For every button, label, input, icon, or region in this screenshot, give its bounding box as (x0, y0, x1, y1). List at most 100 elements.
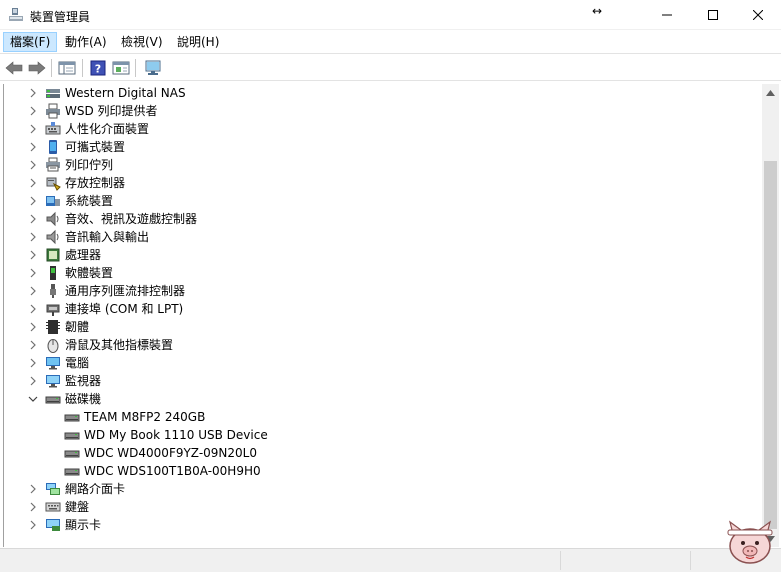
vertical-scrollbar[interactable] (762, 84, 779, 547)
tree-device-item[interactable]: WDC WD4000F9YZ-09N20L0 (4, 444, 744, 462)
forward-arrow-icon (28, 61, 46, 75)
properties-button[interactable] (110, 57, 132, 79)
expand-chevron-icon[interactable] (28, 340, 38, 350)
expand-chevron-icon[interactable] (28, 160, 38, 170)
tree-category[interactable]: 滑鼠及其他指標裝置 (4, 336, 744, 354)
tree-category[interactable]: 磁碟機 (4, 390, 744, 408)
system-device-icon (46, 196, 60, 206)
mouse-icon (47, 339, 59, 353)
expand-chevron-icon[interactable] (28, 196, 38, 206)
scroll-up-button[interactable] (762, 84, 779, 101)
tree-category-label: 顯示卡 (65, 518, 102, 532)
display-adapter-icon (46, 519, 60, 531)
expand-chevron-icon[interactable] (28, 502, 38, 512)
keyboard-icon (45, 502, 61, 512)
help-button[interactable]: ? (87, 57, 109, 79)
maximize-button[interactable] (690, 0, 736, 30)
tree-category[interactable]: Western Digital NAS (4, 84, 744, 102)
port-icon (46, 304, 60, 316)
menu-help[interactable]: 說明(H) (171, 32, 225, 52)
menu-action[interactable]: 動作(A) (59, 32, 113, 52)
tree-device-item[interactable]: WDC WDS100T1B0A-00H9H0 (4, 462, 744, 480)
expand-chevron-icon[interactable] (28, 286, 38, 296)
print-queue-icon (46, 157, 60, 172)
tree-category[interactable]: 網路介面卡 (4, 480, 744, 498)
forward-button[interactable] (26, 57, 48, 79)
toolbar: ? (0, 53, 781, 81)
tree-category[interactable]: 監視器 (4, 372, 744, 390)
show-hide-console-tree-button[interactable] (56, 57, 78, 79)
audio-io-icon (46, 229, 59, 245)
tree-category-label: 滑鼠及其他指標裝置 (65, 338, 174, 352)
tree-category-label: 人性化介面裝置 (65, 122, 150, 136)
expand-chevron-icon[interactable] (28, 304, 38, 314)
tree-category[interactable]: 可攜式裝置 (4, 138, 744, 156)
disk-drive-label: WDC WD4000F9YZ-09N20L0 (84, 446, 257, 460)
expand-chevron-icon[interactable] (28, 178, 38, 188)
tree-category[interactable]: 電腦 (4, 354, 744, 372)
device-tree[interactable]: Western Digital NAS WSD 列印提供者人性化介面裝置可攜式裝置… (3, 84, 762, 547)
disk-drive-icon (64, 432, 80, 440)
tree-category[interactable]: 韌體 (4, 318, 744, 336)
menu-bar: 檔案(F) 動作(A) 檢視(V) 說明(H) (0, 30, 781, 53)
expand-chevron-icon[interactable] (28, 484, 38, 494)
pig-mascot-watermark (727, 520, 773, 564)
tree-category[interactable]: 音效、視訊及遊戲控制器 (4, 210, 744, 228)
menu-view[interactable]: 檢視(V) (115, 32, 169, 52)
software-device-icon (50, 266, 56, 280)
expand-chevron-icon[interactable] (28, 88, 38, 98)
expand-chevron-icon[interactable] (28, 376, 38, 386)
tree-category[interactable]: 鍵盤 (4, 498, 744, 516)
tree-category[interactable]: 顯示卡 (4, 516, 744, 534)
expand-chevron-icon[interactable] (28, 358, 38, 368)
usb-icon (50, 284, 56, 298)
expand-chevron-icon[interactable] (28, 250, 38, 260)
back-arrow-icon (5, 61, 23, 75)
portable-device-icon (49, 140, 57, 154)
expand-chevron-icon[interactable] (28, 520, 38, 530)
minimize-button[interactable] (644, 0, 690, 30)
tree-category-label: 處理器 (65, 248, 102, 262)
tree-device-item[interactable]: WD My Book 1110 USB Device (4, 426, 744, 444)
back-button[interactable] (3, 57, 25, 79)
collapse-chevron-icon[interactable] (28, 394, 38, 404)
tree-device-item[interactable]: TEAM M8FP2 240GB (4, 408, 744, 426)
tree-category-label: 通用序列匯流排控制器 (65, 284, 186, 298)
disk-drive-label: WDC WDS100T1B0A-00H9H0 (84, 464, 261, 478)
firmware-icon (46, 320, 60, 334)
expand-chevron-icon[interactable] (28, 124, 38, 134)
tree-category-label: 韌體 (65, 320, 90, 334)
status-bar (0, 548, 781, 572)
disk-drive-icon (64, 414, 80, 422)
toolbar-separator (82, 59, 83, 77)
menu-file[interactable]: 檔案(F) (3, 32, 58, 52)
expand-chevron-icon[interactable] (28, 268, 38, 278)
tree-category[interactable]: 軟體裝置 (4, 264, 744, 282)
window-title: 裝置管理員 (30, 10, 91, 24)
expand-chevron-icon[interactable] (28, 322, 38, 332)
tree-category[interactable]: 處理器 (4, 246, 744, 264)
tree-category[interactable]: 音訊輸入與輸出 (4, 228, 744, 246)
expand-chevron-icon[interactable] (28, 106, 38, 116)
tree-category-label: 音效、視訊及遊戲控制器 (65, 212, 198, 226)
tree-category[interactable]: 存放控制器 (4, 174, 744, 192)
tree-category[interactable]: 列印佇列 (4, 156, 744, 174)
expand-chevron-icon[interactable] (28, 142, 38, 152)
tree-category-label: 軟體裝置 (65, 266, 114, 280)
scroll-thumb[interactable] (764, 161, 777, 529)
minimize-icon (662, 14, 672, 16)
scan-hardware-icon (145, 60, 161, 75)
tree-category[interactable]: 通用序列匯流排控制器 (4, 282, 744, 300)
tree-category[interactable]: 系統裝置 (4, 192, 744, 210)
svg-text:?: ? (95, 63, 101, 76)
tree-category-label: 電腦 (65, 356, 90, 370)
expand-chevron-icon[interactable] (28, 232, 38, 242)
tree-category[interactable]: WSD 列印提供者 (4, 102, 744, 120)
scan-hardware-button[interactable] (142, 57, 164, 79)
expand-chevron-icon[interactable] (28, 214, 38, 224)
hid-icon (45, 122, 61, 135)
close-button[interactable] (735, 0, 781, 30)
tree-category[interactable]: 連接埠 (COM 和 LPT) (4, 300, 744, 318)
tree-category-label: 列印佇列 (65, 158, 114, 172)
tree-category[interactable]: 人性化介面裝置 (4, 120, 744, 138)
